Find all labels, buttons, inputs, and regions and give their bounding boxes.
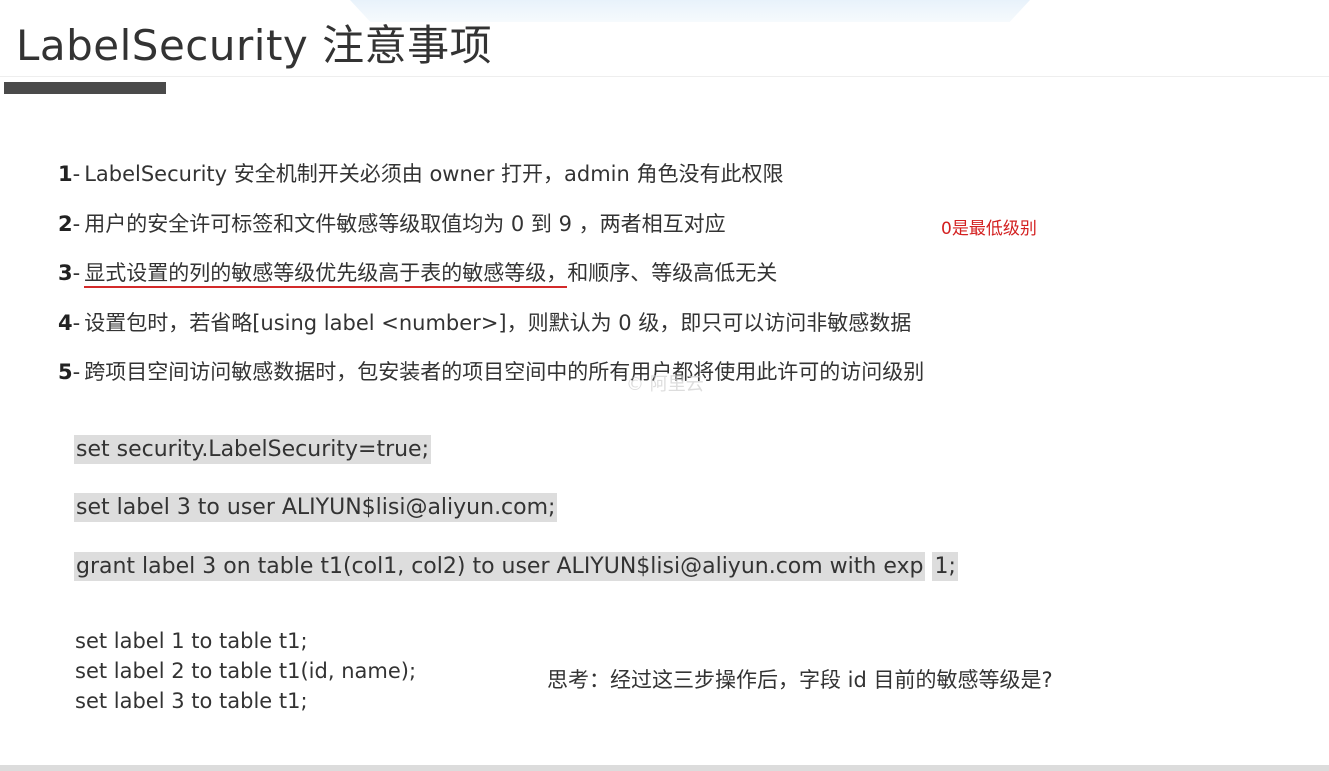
slide: LabelSecurity 注意事项 1- LabelSecurity 安全机制开… bbox=[0, 0, 1329, 771]
note-number: 2 bbox=[58, 211, 73, 236]
notes-list: 1- LabelSecurity 安全机制开关必须由 owner 打开，admin… bbox=[58, 156, 1158, 404]
note-number: 4 bbox=[58, 310, 73, 335]
note-text: 和顺序、等级高低无关 bbox=[567, 261, 778, 285]
note-item: 5- 跨项目空间访问敏感数据时，包安装者的项目空间中的所有用户都将使用此许可的访问… bbox=[58, 354, 1158, 404]
title-accent-bar bbox=[4, 82, 166, 94]
note-text: 设置包时，若省略[using label <number>]，则默认为 0 级，… bbox=[84, 310, 912, 335]
note-item: 3- 显式设置的列的敏感等级优先级高于表的敏感等级，和顺序、等级高低无关 bbox=[58, 255, 1158, 305]
code-line-highlighted: set security.LabelSecurity=true; bbox=[74, 434, 431, 466]
code-text-suffix: 1; bbox=[932, 552, 958, 581]
code-line: set label 3 to table t1; bbox=[75, 689, 308, 713]
note-dash: - bbox=[72, 211, 81, 236]
note-item: 1- LabelSecurity 安全机制开关必须由 owner 打开，admin… bbox=[58, 156, 1158, 206]
note-dash: - bbox=[72, 360, 81, 384]
note-text: 用户的安全许可标签和文件敏感等级取值均为 0 到 9 ，两者相互对应 bbox=[84, 211, 726, 236]
title-divider bbox=[0, 76, 1329, 77]
note-dash: - bbox=[72, 162, 81, 186]
note-dash: - bbox=[72, 310, 81, 335]
thinking-question: 思考：经过这三步操作后，字段 id 目前的敏感等级是? bbox=[547, 668, 1053, 692]
note-dash: - bbox=[72, 261, 81, 285]
note-underlined-text: 显式设置的列的敏感等级优先级高于表的敏感等级， bbox=[84, 261, 568, 288]
code-line: set label 2 to table t1(id, name); bbox=[75, 659, 417, 683]
code-line-highlighted: grant label 3 on table t1(col1, col2) to… bbox=[74, 551, 958, 583]
slide-title: LabelSecurity 注意事项 bbox=[16, 21, 493, 70]
code-text: grant label 3 on table t1(col1, col2) to… bbox=[74, 552, 926, 581]
note-number: 3 bbox=[58, 261, 73, 285]
red-annotation: 0是最低级别 bbox=[941, 219, 1037, 239]
note-text: LabelSecurity 安全机制开关必须由 owner 打开，admin 角… bbox=[84, 162, 784, 186]
note-item: 4- 设置包时，若省略[using label <number>]，则默认为 0 … bbox=[58, 305, 1158, 355]
code-text: set label 3 to user ALIYUN$lisi@aliyun.c… bbox=[74, 493, 558, 522]
bottom-bar bbox=[0, 765, 1329, 771]
watermark: © 阿里云 bbox=[626, 374, 704, 395]
code-line: set label 1 to table t1; bbox=[75, 629, 308, 653]
plain-code-block: set label 1 to table t1; set label 2 to … bbox=[75, 626, 416, 716]
code-text: set security.LabelSecurity=true; bbox=[74, 435, 431, 464]
code-line-highlighted: set label 3 to user ALIYUN$lisi@aliyun.c… bbox=[74, 492, 558, 524]
note-text: 跨项目空间访问敏感数据时，包安装者的项目空间中的所有用户都将使用此许可的访问级别 bbox=[84, 360, 925, 384]
note-number: 5 bbox=[58, 360, 73, 384]
note-number: 1 bbox=[58, 162, 73, 186]
